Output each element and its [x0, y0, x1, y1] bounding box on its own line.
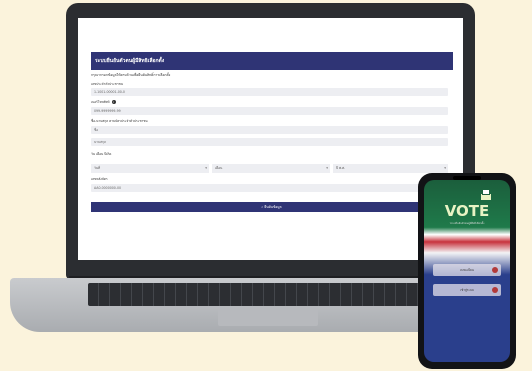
month-select-value: เดือน	[215, 166, 223, 170]
vote-logo: VOTE	[444, 202, 490, 220]
month-select[interactable]: เดือน ▾	[212, 164, 330, 173]
submit-button[interactable]: ⌕ ยืนยันข้อมูล	[91, 202, 452, 212]
phone-login-label: เข้าสู่ระบบ	[460, 288, 474, 292]
phone-subtitle: ระบบยืนยันตัวตนผู้มีสิทธิเลือกตั้ง	[449, 222, 485, 225]
laser-label: เลขหลังบัตร	[91, 177, 108, 181]
year-select[interactable]: ปี พ.ศ. ▾	[333, 164, 448, 173]
phone-register-button[interactable]: ลงทะเบียน	[433, 264, 501, 276]
phone-register-label: ลงทะเบียน	[460, 268, 474, 272]
year-select-value: ปี พ.ศ.	[336, 166, 346, 170]
trackpad	[218, 308, 318, 326]
firstname-input[interactable]: ชื่อ	[91, 126, 448, 134]
phone-notch	[453, 176, 481, 180]
chevron-down-icon: ▾	[326, 166, 328, 170]
laser-input[interactable]: AA0-0000000-00	[91, 184, 448, 192]
keyboard	[88, 283, 443, 306]
login-icon	[492, 287, 498, 293]
lastname-input[interactable]: นามสกุล	[91, 138, 448, 146]
ballot-box-icon	[481, 190, 491, 200]
form-header: ระบบยืนยันตัวตนผู้มีสิทธิเลือกตั้ง	[91, 52, 453, 70]
register-icon	[492, 267, 498, 273]
id-input[interactable]: 1-1001-00001-00-0	[91, 88, 448, 96]
info-icon[interactable]: i	[111, 100, 116, 104]
laptop-screen: ระบบยืนยันตัวตนผู้มีสิทธิเลือกตั้ง กรุณา…	[78, 18, 463, 260]
day-select-value: วันที่	[94, 166, 101, 170]
phone-login-button[interactable]: เข้าสู่ระบบ	[433, 284, 501, 296]
day-select[interactable]: วันที่ ▾	[91, 164, 209, 173]
form-intro: กรุณากรอกข้อมูลให้ครบถ้วนเพื่อยืนยันสิทธ…	[91, 73, 171, 77]
chevron-down-icon: ▾	[205, 166, 207, 170]
birth-label: วัน เดือน ปีเกิด	[91, 152, 112, 156]
phone-label-text: เบอร์โทรศัพท์	[91, 100, 110, 104]
phone-label: เบอร์โทรศัพท์ i	[91, 100, 116, 105]
id-label: เลขประจำตัวประชาชน	[91, 82, 123, 86]
phone-input[interactable]: 099-9999999-99	[91, 107, 448, 115]
phone-screen: VOTE ระบบยืนยันตัวตนผู้มีสิทธิเลือกตั้ง …	[424, 180, 510, 362]
name-label: ชื่อ-นามสกุล ตามบัตรประจำตัวประชาชน	[91, 119, 148, 123]
submit-label: ยืนยันข้อมูล	[264, 205, 282, 209]
chevron-down-icon: ▾	[444, 166, 446, 170]
